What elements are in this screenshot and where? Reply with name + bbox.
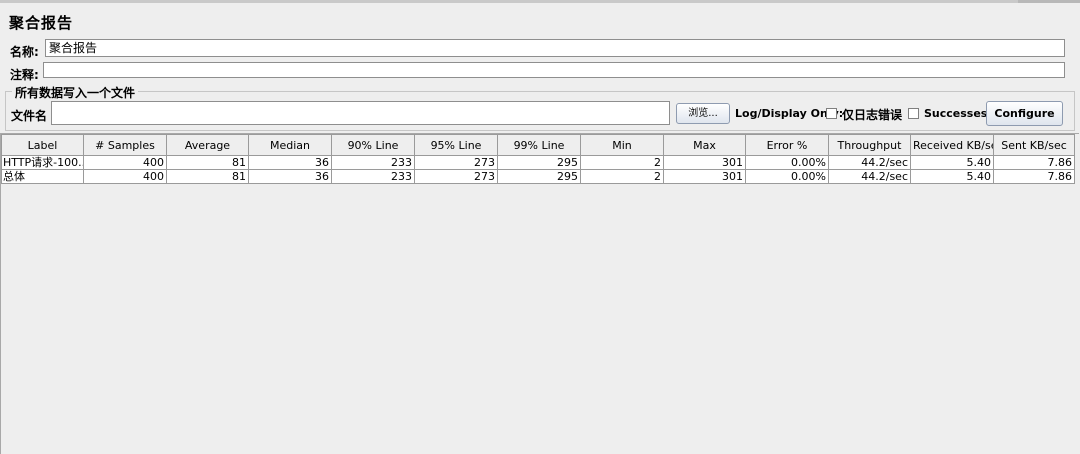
table-cell: 44.2/sec bbox=[828, 169, 911, 184]
table-cell: HTTP请求-100... bbox=[1, 155, 84, 170]
table-row[interactable]: HTTP请求-100... 400 81 36 233 273 295 2 30… bbox=[1, 155, 1075, 170]
table-cell: 233 bbox=[331, 169, 415, 184]
filename-input[interactable] bbox=[51, 101, 670, 125]
column-header[interactable]: Received KB/sec bbox=[910, 134, 994, 156]
table-cell: 295 bbox=[497, 155, 581, 170]
table-cell: 273 bbox=[414, 155, 498, 170]
column-header[interactable]: 90% Line bbox=[331, 134, 415, 156]
table-cell: 295 bbox=[497, 169, 581, 184]
table-cell: 44.2/sec bbox=[828, 155, 911, 170]
table-row[interactable]: 总体 400 81 36 233 273 295 2 301 0.00% 44.… bbox=[1, 169, 1075, 184]
page-title: 聚合报告 bbox=[9, 14, 74, 32]
column-header[interactable]: Average bbox=[166, 134, 249, 156]
table-cell: 5.40 bbox=[910, 155, 994, 170]
table-cell: 36 bbox=[248, 155, 332, 170]
window-top-border bbox=[0, 0, 1080, 3]
filename-label: 文件名 bbox=[11, 109, 48, 123]
file-output-group-title: 所有数据写入一个文件 bbox=[12, 84, 139, 101]
column-header[interactable]: # Samples bbox=[83, 134, 167, 156]
browse-button[interactable]: 浏览... bbox=[676, 103, 730, 124]
table-cell: 0.00% bbox=[745, 155, 829, 170]
window-top-border-segment bbox=[0, 0, 1018, 3]
column-header[interactable]: Sent KB/sec bbox=[993, 134, 1075, 156]
table-cell: 273 bbox=[414, 169, 498, 184]
results-table-area: Label # Samples Average Median 90% Line … bbox=[0, 133, 1079, 454]
column-header[interactable]: Label bbox=[1, 134, 84, 156]
table-cell: 400 bbox=[83, 155, 167, 170]
table-cell: 0.00% bbox=[745, 169, 829, 184]
table-cell: 301 bbox=[663, 169, 746, 184]
table-cell: 5.40 bbox=[910, 169, 994, 184]
table-cell: 400 bbox=[83, 169, 167, 184]
table-cell: 2 bbox=[580, 169, 664, 184]
column-header[interactable]: Min bbox=[580, 134, 664, 156]
column-header[interactable]: Max bbox=[663, 134, 746, 156]
name-label: 名称: bbox=[10, 45, 39, 59]
table-cell: 7.86 bbox=[993, 155, 1075, 170]
column-header[interactable]: Median bbox=[248, 134, 332, 156]
table-cell: 233 bbox=[331, 155, 415, 170]
comment-label: 注释: bbox=[10, 68, 39, 82]
comment-field[interactable] bbox=[43, 62, 1065, 78]
table-cell: 7.86 bbox=[993, 169, 1075, 184]
configure-button[interactable]: Configure bbox=[986, 101, 1063, 126]
column-header[interactable]: Error % bbox=[745, 134, 829, 156]
results-table: Label # Samples Average Median 90% Line … bbox=[1, 134, 1075, 184]
table-cell: 36 bbox=[248, 169, 332, 184]
column-header[interactable]: Throughput bbox=[828, 134, 911, 156]
errors-only-label: 仅日志错误 bbox=[842, 108, 903, 122]
table-cell: 301 bbox=[663, 155, 746, 170]
table-cell: 总体 bbox=[1, 169, 84, 184]
successes-checkbox[interactable] bbox=[908, 108, 919, 119]
table-cell: 2 bbox=[580, 155, 664, 170]
table-cell: 81 bbox=[166, 169, 249, 184]
column-header[interactable]: 95% Line bbox=[414, 134, 498, 156]
errors-only-checkbox[interactable] bbox=[826, 108, 837, 119]
column-header[interactable]: 99% Line bbox=[497, 134, 581, 156]
successes-label: Successes bbox=[924, 107, 988, 120]
name-field[interactable]: 聚合报告 bbox=[45, 39, 1065, 57]
table-header-row: Label # Samples Average Median 90% Line … bbox=[1, 134, 1075, 156]
table-cell: 81 bbox=[166, 155, 249, 170]
